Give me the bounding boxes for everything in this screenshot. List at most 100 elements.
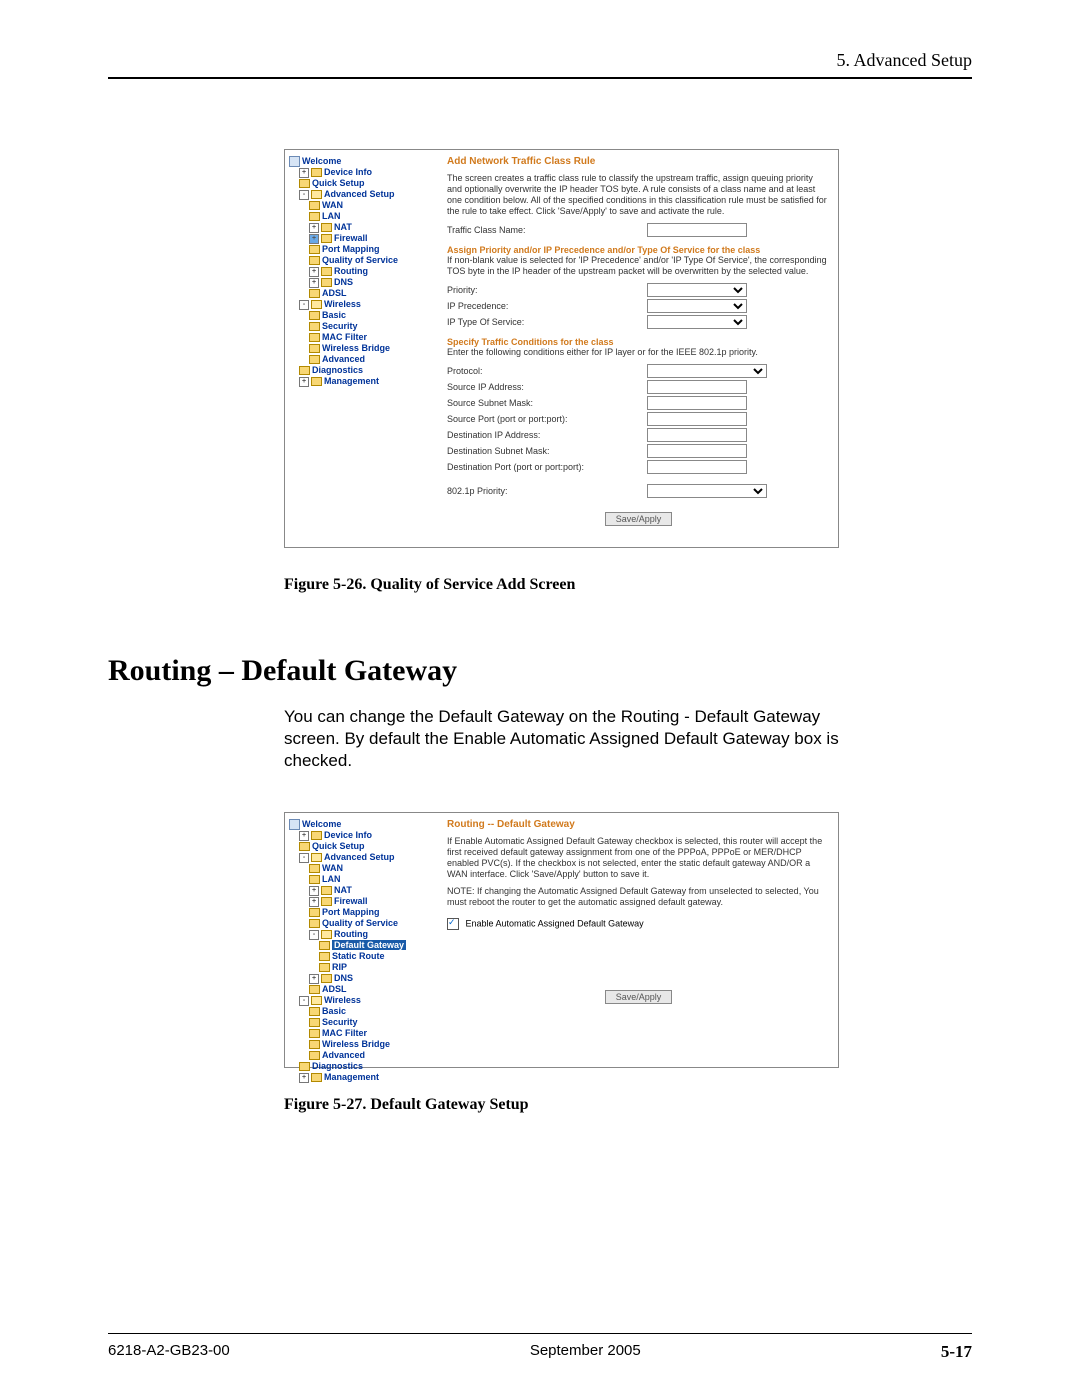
expand-icon[interactable]: +: [309, 886, 319, 896]
input-src-mask[interactable]: [647, 396, 747, 410]
nav-qos[interactable]: Quality of Service: [322, 918, 398, 928]
nav-wan[interactable]: WAN: [322, 200, 343, 210]
nav-wireless-bridge[interactable]: Wireless Bridge: [322, 1039, 390, 1049]
select-ip-tos[interactable]: [647, 315, 747, 329]
nav-dns[interactable]: DNS: [334, 973, 353, 983]
panel-title-2: Routing -- Default Gateway: [447, 819, 830, 830]
expand-icon[interactable]: +: [299, 168, 309, 178]
screenshot-default-gateway: Welcome + Device Info Quick Setup - Advanc…: [284, 812, 839, 1068]
expand-icon[interactable]: +: [299, 1073, 309, 1083]
input-dst-port[interactable]: [647, 460, 747, 474]
nav-routing[interactable]: Routing: [334, 929, 368, 939]
label-dst-ip: Destination IP Address:: [447, 430, 647, 440]
nav-mac-filter[interactable]: MAC Filter: [322, 1028, 367, 1038]
label-traffic-class: Traffic Class Name:: [447, 225, 647, 235]
nav-device-info[interactable]: Device Info: [324, 830, 372, 840]
collapse-icon[interactable]: -: [299, 996, 309, 1006]
expand-icon[interactable]: +: [299, 831, 309, 841]
input-traffic-class[interactable]: [647, 223, 747, 237]
nav-dns[interactable]: DNS: [334, 277, 353, 287]
label-src-port: Source Port (port or port:port):: [447, 414, 647, 424]
nav-basic[interactable]: Basic: [322, 1006, 346, 1016]
folder-icon: [309, 908, 320, 917]
nav-mac-filter[interactable]: MAC Filter: [322, 332, 367, 342]
nav-welcome[interactable]: Welcome: [302, 156, 341, 166]
nav-nat[interactable]: NAT: [334, 885, 352, 895]
folder-icon: [309, 245, 320, 254]
collapse-icon[interactable]: -: [299, 853, 309, 863]
folder-icon: [309, 344, 320, 353]
expand-icon[interactable]: +: [309, 974, 319, 984]
nav-quick-setup[interactable]: Quick Setup: [312, 841, 365, 851]
nav-routing[interactable]: Routing: [334, 266, 368, 276]
select-priority[interactable]: [647, 283, 747, 297]
label-dst-mask: Destination Subnet Mask:: [447, 446, 647, 456]
screenshot-qos-add: Welcome + Device Info Quick Setup - Advanc…: [284, 149, 839, 548]
nav-wireless[interactable]: Wireless: [324, 299, 361, 309]
nav-security[interactable]: Security: [322, 321, 358, 331]
nav-adsl[interactable]: ADSL: [322, 984, 347, 994]
nav-advanced[interactable]: Advanced: [322, 1050, 365, 1060]
nav-port-mapping[interactable]: Port Mapping: [322, 244, 380, 254]
nav-adsl[interactable]: ADSL: [322, 288, 347, 298]
nav-advanced-setup[interactable]: Advanced Setup: [324, 852, 395, 862]
input-dst-ip[interactable]: [647, 428, 747, 442]
nav-lan[interactable]: LAN: [322, 874, 341, 884]
gateway-note: NOTE: If changing the Automatic Assigned…: [447, 886, 830, 908]
section-heading: Routing – Default Gateway: [108, 654, 972, 688]
folder-icon: [311, 168, 322, 177]
nav-basic[interactable]: Basic: [322, 310, 346, 320]
folder-icon: [319, 941, 330, 950]
nav-default-gateway[interactable]: Default Gateway: [332, 940, 406, 950]
nav-quick-setup[interactable]: Quick Setup: [312, 178, 365, 188]
nav-firewall[interactable]: Firewall: [334, 896, 368, 906]
subheading-assign: Assign Priority and/or IP Precedence and…: [447, 245, 830, 255]
nav-management[interactable]: Management: [324, 1072, 379, 1082]
nav-advanced-setup[interactable]: Advanced Setup: [324, 189, 395, 199]
nav-device-info[interactable]: Device Info: [324, 167, 372, 177]
nav-lan[interactable]: LAN: [322, 211, 341, 221]
nav-security[interactable]: Security: [322, 1017, 358, 1027]
nav-diagnostics[interactable]: Diagnostics: [312, 1061, 363, 1071]
folder-icon: [309, 289, 320, 298]
nav-welcome[interactable]: Welcome: [302, 819, 341, 829]
select-8021p[interactable]: [647, 484, 767, 498]
folder-icon: [309, 311, 320, 320]
collapse-icon[interactable]: -: [299, 190, 309, 200]
save-apply-button-2[interactable]: Save/Apply: [605, 990, 673, 1004]
nav-nat[interactable]: NAT: [334, 222, 352, 232]
nav-qos[interactable]: Quality of Service: [322, 255, 398, 265]
nav-port-mapping[interactable]: Port Mapping: [322, 907, 380, 917]
select-ip-precedence[interactable]: [647, 299, 747, 313]
folder-icon: [299, 842, 310, 851]
collapse-icon[interactable]: -: [309, 930, 319, 940]
nav-diagnostics[interactable]: Diagnostics: [312, 365, 363, 375]
nav-advanced[interactable]: Advanced: [322, 354, 365, 364]
nav-wireless[interactable]: Wireless: [324, 995, 361, 1005]
input-src-port[interactable]: [647, 412, 747, 426]
expand-icon[interactable]: +: [309, 234, 319, 244]
expand-icon[interactable]: +: [309, 223, 319, 233]
save-apply-button[interactable]: Save/Apply: [605, 512, 673, 526]
nav-static-route[interactable]: Static Route: [332, 951, 385, 961]
expand-icon[interactable]: +: [309, 267, 319, 277]
nav-rip[interactable]: RIP: [332, 962, 347, 972]
folder-icon: [311, 831, 322, 840]
input-src-ip[interactable]: [647, 380, 747, 394]
nav-wan[interactable]: WAN: [322, 863, 343, 873]
nav-management[interactable]: Management: [324, 376, 379, 386]
expand-icon[interactable]: +: [299, 377, 309, 387]
label-src-ip: Source IP Address:: [447, 382, 647, 392]
expand-icon[interactable]: +: [309, 278, 319, 288]
input-dst-mask[interactable]: [647, 444, 747, 458]
checkbox-auto-gateway[interactable]: [447, 918, 459, 930]
panel-title: Add Network Traffic Class Rule: [447, 156, 830, 167]
expand-icon[interactable]: +: [309, 897, 319, 907]
nav-wireless-bridge[interactable]: Wireless Bridge: [322, 343, 390, 353]
select-protocol[interactable]: [647, 364, 767, 378]
nav-firewall[interactable]: Firewall: [334, 233, 368, 243]
assign-note: If non-blank value is selected for 'IP P…: [447, 255, 830, 277]
folder-icon: [309, 1007, 320, 1016]
collapse-icon[interactable]: -: [299, 300, 309, 310]
gateway-intro: If Enable Automatic Assigned Default Gat…: [447, 836, 830, 880]
